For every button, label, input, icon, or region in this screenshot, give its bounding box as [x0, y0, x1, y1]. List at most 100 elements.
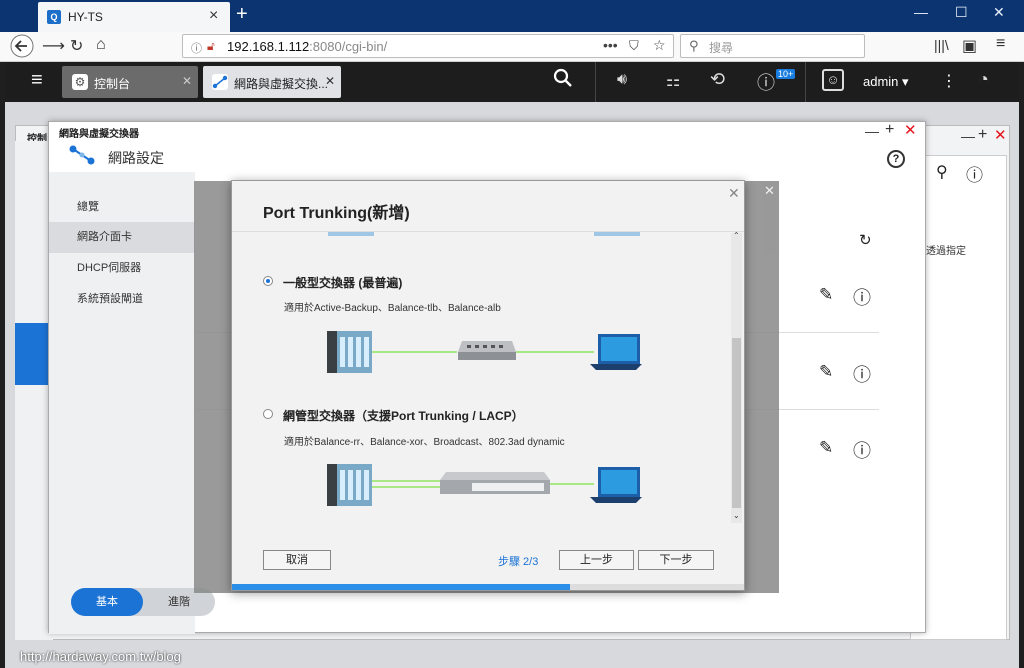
refresh-icon[interactable]: ↻: [859, 231, 872, 249]
library-icon[interactable]: |||\: [934, 37, 949, 53]
progress-fill: [232, 584, 570, 590]
info-icon[interactable]: ⓘ: [191, 40, 202, 56]
laptop-image: [594, 232, 640, 236]
forward-button[interactable]: ⟶: [42, 36, 65, 56]
nas-device-image: [328, 232, 374, 236]
network-settings-icon: [69, 144, 95, 166]
option-description: 適用於Active-Backup、Balance-tlb、Balance-alb: [284, 303, 501, 314]
home-icon[interactable]: ⌂: [96, 36, 106, 54]
network-sidebar: 總覽 網路介面卡 DHCP伺服器 系統預設閘道: [49, 172, 195, 634]
page-actions-icon[interactable]: •••: [603, 37, 618, 53]
main-menu-icon[interactable]: ≡: [31, 69, 43, 92]
radio-general-switch[interactable]: [263, 276, 273, 286]
sidebar-item-overview[interactable]: 總覽: [49, 192, 195, 223]
dashboard-icon[interactable]: ◔: [978, 69, 989, 90]
info-icon[interactable]: ⓘ: [853, 437, 871, 463]
close-icon[interactable]: ✕: [325, 74, 335, 88]
progress-bar: [232, 584, 744, 590]
next-button[interactable]: 下一步: [638, 550, 714, 570]
close-window-icon[interactable]: ✕: [993, 4, 1005, 21]
close-icon[interactable]: ✕: [994, 126, 1007, 144]
qts-tab-label: 網路與虛擬交換...: [234, 77, 329, 91]
browser-tab[interactable]: Q HY-TS ×: [38, 2, 230, 32]
browser-search-input[interactable]: ⚲ 搜尋: [680, 34, 865, 58]
user-avatar-icon[interactable]: ☺: [822, 69, 844, 91]
page-title: 網路設定: [108, 150, 164, 166]
dialog-title: Port Trunking(新增): [263, 205, 410, 222]
gear-icon: ⚙: [72, 74, 88, 90]
scroll-up-icon[interactable]: ⌃: [733, 231, 740, 240]
divider: [805, 62, 806, 102]
minimize-window-icon[interactable]: —: [914, 4, 928, 20]
help-icon[interactable]: ⓘ: [966, 161, 983, 186]
step-indicator: 步驟 2/3: [498, 556, 539, 568]
qts-tab-network[interactable]: 網路與虛擬交換... ✕: [203, 66, 341, 98]
radio-managed-switch[interactable]: [263, 409, 273, 419]
edit-icon[interactable]: ✎: [819, 285, 833, 305]
previous-button[interactable]: 上一步: [559, 550, 634, 570]
info-icon[interactable]: ⓘ: [853, 284, 871, 310]
close-icon[interactable]: ✕: [182, 74, 192, 88]
sidebar-item-dhcp[interactable]: DHCP伺服器: [49, 253, 195, 284]
browser-tabstrip: Q HY-TS × + — ☐ ✕: [0, 0, 1024, 32]
scrollbar-thumb[interactable]: [732, 338, 741, 508]
info-icon[interactable]: ⓘ: [853, 361, 871, 387]
user-name: admin: [863, 74, 899, 89]
back-button[interactable]: [10, 34, 34, 58]
option-title: 一般型交換器 (最普遍): [283, 276, 403, 290]
close-icon[interactable]: ✕: [904, 121, 917, 139]
sidebar-item-interfaces[interactable]: 網路介面卡: [49, 222, 195, 253]
sidebar-item-gateway[interactable]: 系統預設閘道: [49, 284, 195, 315]
mode-basic-button[interactable]: 基本: [71, 588, 143, 616]
sync-icon[interactable]: ⟲: [710, 69, 725, 90]
menu-hamburger-icon[interactable]: ≡: [996, 35, 1005, 53]
watermark-text: http://hardaway.com.tw/blog: [20, 649, 181, 664]
search-icon[interactable]: [553, 68, 573, 88]
maximize-window-icon[interactable]: ☐: [955, 4, 968, 21]
managed-switch-diagram: [327, 464, 642, 506]
edit-icon[interactable]: ✎: [819, 438, 833, 458]
tasks-icon[interactable]: ⚏: [666, 71, 680, 91]
dialog-scrollbar[interactable]: ⌃ ⌄: [731, 231, 742, 523]
qts-topbar: ≡ ⚙ 控制台 ✕ 網路與虛擬交換... ✕ 🔊︎ ⚏ ⟲ ⓘ 10+ ☺ ad…: [5, 62, 1019, 102]
more-options-icon[interactable]: ⋮: [941, 71, 957, 91]
reload-icon[interactable]: ↻: [70, 36, 83, 56]
general-switch-diagram: [327, 331, 642, 373]
close-tab-icon[interactable]: ×: [209, 7, 218, 25]
pocket-icon[interactable]: ⛉: [629, 38, 639, 54]
notifications-icon[interactable]: ⓘ: [757, 69, 775, 95]
window-title: 網路與虛擬交換器: [59, 129, 139, 140]
notification-count-badge: 10+: [776, 69, 796, 79]
sidebar-toggle-icon[interactable]: ▣: [962, 36, 977, 56]
maximize-icon[interactable]: +: [978, 126, 987, 144]
browser-tab-title: HY-TS: [68, 10, 103, 24]
close-icon[interactable]: ✕: [764, 183, 775, 199]
bookmark-star-icon[interactable]: ☆: [653, 37, 666, 54]
edit-icon[interactable]: ✎: [819, 362, 833, 382]
cancel-button[interactable]: 取消: [263, 550, 331, 570]
search-icon: ⚲: [689, 38, 699, 53]
minimize-icon[interactable]: —: [961, 128, 975, 144]
maximize-icon[interactable]: +: [885, 121, 894, 139]
volume-icon[interactable]: 🔊︎: [617, 71, 627, 89]
url-bar[interactable]: ⓘ 🔓︎ 192.168.1.112:8080/cgi-bin/ ••• ⛉ ☆: [182, 34, 674, 58]
user-menu[interactable]: admin ▾: [863, 74, 909, 90]
option-title: 網管型交換器（支援Port Trunking / LACP）: [283, 409, 524, 423]
truncated-text: 透過指定: [926, 246, 966, 257]
insecure-lock-icon: 🔓︎: [207, 39, 215, 53]
close-icon[interactable]: ✕: [728, 185, 740, 202]
port-trunking-dialog: Port Trunking(新增) ✕ 一般型交換器 (最普遍) 適用於Acti…: [231, 180, 745, 591]
qnap-favicon-icon: Q: [47, 10, 61, 24]
qts-tab-label: 控制台: [94, 77, 131, 91]
search-icon[interactable]: ⚲: [936, 162, 948, 182]
network-icon: [212, 74, 228, 90]
qts-tab-control-panel[interactable]: ⚙ 控制台 ✕: [62, 66, 198, 98]
search-placeholder: 搜尋: [709, 41, 734, 55]
minimize-icon[interactable]: —: [865, 123, 879, 139]
new-tab-icon[interactable]: +: [236, 3, 248, 26]
help-icon[interactable]: ?: [887, 150, 905, 168]
url-text: 192.168.1.112:8080/cgi-bin/: [227, 39, 388, 54]
option-description: 適用於Balance-rr、Balance-xor、Broadcast、802.…: [284, 437, 565, 448]
scroll-down-icon[interactable]: ⌄: [733, 511, 740, 520]
dialog-body: 一般型交換器 (最普遍) 適用於Active-Backup、Balance-tl…: [232, 231, 744, 516]
